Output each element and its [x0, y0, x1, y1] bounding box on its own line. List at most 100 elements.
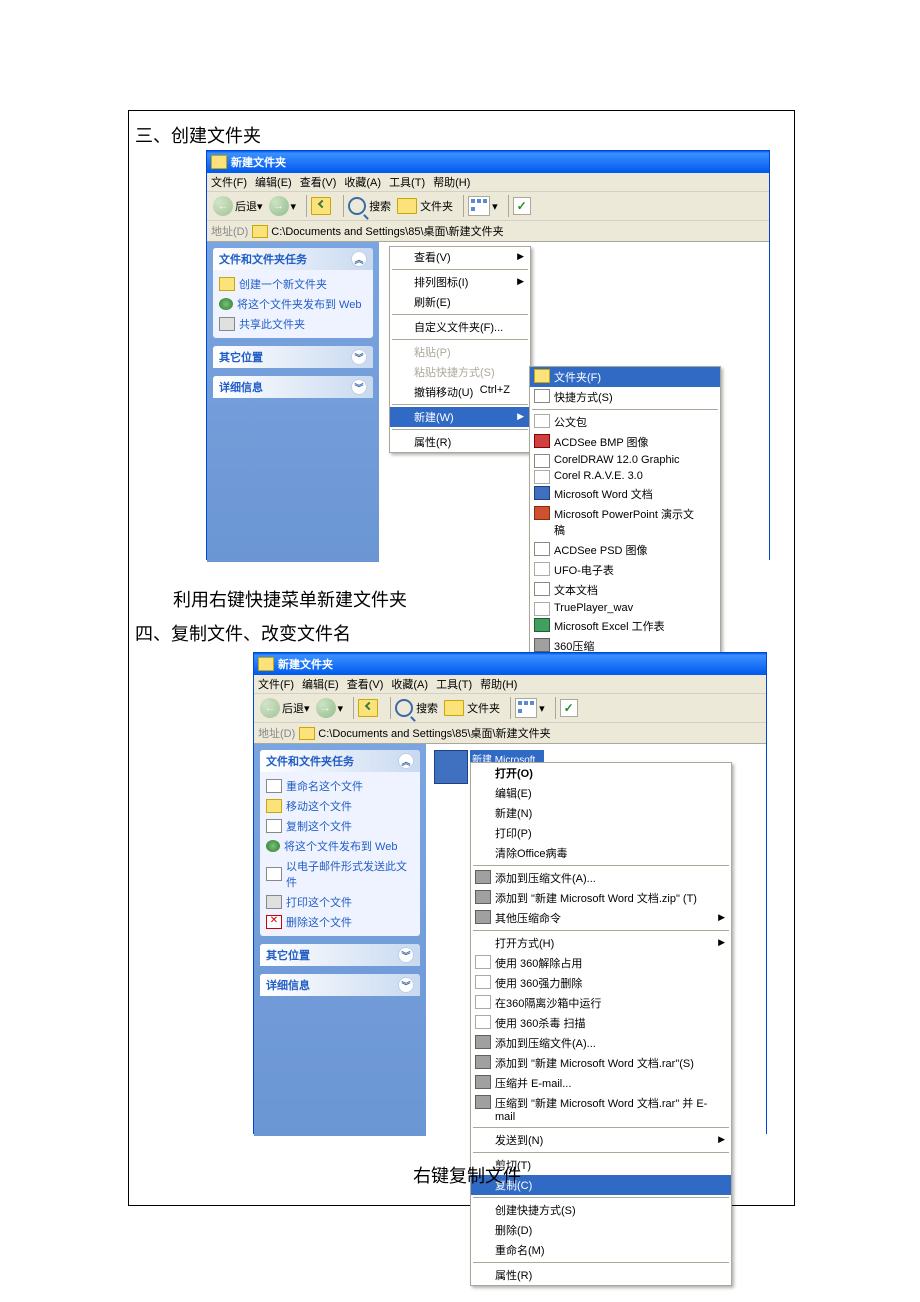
- word-file-icon[interactable]: [434, 750, 468, 784]
- views-button[interactable]: ▾: [515, 698, 545, 718]
- menu-edit[interactable]: 编辑(E): [255, 174, 292, 190]
- folders-button[interactable]: 文件夹: [444, 700, 500, 716]
- ctx-item[interactable]: 发送到(N)▶: [471, 1130, 731, 1150]
- ctx-item[interactable]: 编辑(E): [471, 783, 731, 803]
- ctx-item[interactable]: 压缩到 "新建 Microsoft Word 文档.rar" 并 E-mail: [471, 1093, 731, 1125]
- submenu-item[interactable]: UFO-电子表: [530, 560, 720, 580]
- task-publish-web[interactable]: 将这个文件夹发布到 Web: [219, 294, 367, 314]
- addr-path[interactable]: C:\Documents and Settings\85\桌面\新建文件夹: [318, 725, 550, 741]
- task-item[interactable]: 打印这个文件: [266, 892, 414, 912]
- menu-file[interactable]: 文件(F): [258, 676, 294, 692]
- chevron-down-icon[interactable]: ︾: [351, 349, 367, 365]
- menu-tools[interactable]: 工具(T): [436, 676, 472, 692]
- submenu-item[interactable]: Microsoft Excel 工作表: [530, 616, 720, 636]
- forward-button[interactable]: →▾: [316, 698, 344, 718]
- menu-fav[interactable]: 收藏(A): [344, 174, 381, 190]
- task-item[interactable]: 复制这个文件: [266, 816, 414, 836]
- up-button[interactable]: [311, 197, 333, 215]
- submenu-item[interactable]: Microsoft PowerPoint 演示文稿: [530, 504, 720, 540]
- ctx-item[interactable]: 添加到压缩文件(A)...: [471, 868, 731, 888]
- task-item[interactable]: 将这个文件发布到 Web: [266, 836, 414, 856]
- back-button[interactable]: ←后退 ▾: [213, 196, 263, 216]
- submenu-item[interactable]: 文本文档: [530, 580, 720, 600]
- ctx-item[interactable]: 打开(O): [471, 763, 731, 783]
- menu-file[interactable]: 文件(F): [211, 174, 247, 190]
- submenu-item[interactable]: 快捷方式(S): [530, 387, 720, 407]
- addr-label: 地址(D): [211, 223, 248, 239]
- task-share[interactable]: 共享此文件夹: [219, 314, 367, 334]
- submenu-item[interactable]: Corel R.A.V.E. 3.0: [530, 468, 720, 484]
- ctx-new[interactable]: 新建(W)▶: [390, 407, 530, 427]
- chevron-down-icon[interactable]: ︾: [351, 379, 367, 395]
- submenu-item[interactable]: TruePlayer_wav: [530, 600, 720, 616]
- ctx-item[interactable]: 打印(P): [471, 823, 731, 843]
- search-button[interactable]: 搜索: [348, 197, 391, 215]
- ctx-item[interactable]: 打开方式(H)▶: [471, 933, 731, 953]
- ctx-arrange[interactable]: 排列图标(I)▶: [390, 272, 530, 292]
- menu-tools[interactable]: 工具(T): [389, 174, 425, 190]
- task-item[interactable]: ✕删除这个文件: [266, 912, 414, 932]
- addr-path[interactable]: C:\Documents and Settings\85\桌面\新建文件夹: [271, 223, 503, 239]
- ctx-paste-sc: 粘贴快捷方式(S): [390, 362, 530, 382]
- ctx-item[interactable]: 添加到 "新建 Microsoft Word 文档.rar"(S): [471, 1053, 731, 1073]
- back-button[interactable]: ←后退 ▾: [260, 698, 310, 718]
- submenu-item[interactable]: 文件夹(F): [530, 367, 720, 387]
- ctx-item[interactable]: 使用 360解除占用: [471, 953, 731, 973]
- chevron-up-icon[interactable]: ︽: [398, 753, 414, 769]
- ctx-undo[interactable]: 撤销移动(U)Ctrl+Z: [390, 382, 530, 402]
- views-button[interactable]: ▾: [468, 196, 498, 216]
- menu-help[interactable]: 帮助(H): [480, 676, 517, 692]
- submenu-item[interactable]: ACDSee BMP 图像: [530, 432, 720, 452]
- ctx-item[interactable]: 使用 360强力删除: [471, 973, 731, 993]
- task-new-folder[interactable]: 创建一个新文件夹: [219, 274, 367, 294]
- ctx-item[interactable]: 重命名(M): [471, 1240, 731, 1260]
- panel-header[interactable]: 文件和文件夹任务︽: [213, 248, 373, 270]
- menu-view[interactable]: 查看(V): [300, 174, 337, 190]
- titlebar[interactable]: 新建文件夹: [207, 151, 769, 173]
- submenu-item[interactable]: ACDSee PSD 图像: [530, 540, 720, 560]
- ctx-item[interactable]: 属性(R): [471, 1265, 731, 1285]
- folder-icon: [299, 727, 315, 740]
- tasks-sidebar: 文件和文件夹任务︽ 重命名这个文件移动这个文件复制这个文件将这个文件发布到 We…: [254, 744, 426, 1136]
- content-area[interactable]: 查看(V)▶ 排列图标(I)▶ 刷新(E) 自定义文件夹(F)... 粘贴(P)…: [379, 242, 769, 562]
- chevron-up-icon[interactable]: ︽: [351, 251, 367, 267]
- submenu-item[interactable]: CorelDRAW 12.0 Graphic: [530, 452, 720, 468]
- ctx-custom[interactable]: 自定义文件夹(F)...: [390, 317, 530, 337]
- ctx-item[interactable]: 添加到 "新建 Microsoft Word 文档.zip" (T): [471, 888, 731, 908]
- menu-edit[interactable]: 编辑(E): [302, 676, 339, 692]
- chevron-down-icon[interactable]: ︾: [398, 947, 414, 963]
- ctx-item[interactable]: 创建快捷方式(S): [471, 1200, 731, 1220]
- check-icon[interactable]: ✓: [513, 197, 531, 215]
- menu-view[interactable]: 查看(V): [347, 676, 384, 692]
- ctx-item[interactable]: 其他压缩命令▶: [471, 908, 731, 928]
- search-button[interactable]: 搜索: [395, 699, 438, 717]
- ctx-item[interactable]: 删除(D): [471, 1220, 731, 1240]
- content-area[interactable]: 新建 Microsoft Word 打开(O)编辑(E)新建(N)打印(P)清除…: [426, 744, 766, 1136]
- folder-icon: [258, 657, 274, 671]
- ctx-prop[interactable]: 属性(R): [390, 432, 530, 452]
- panel-other: 其它位置︾: [260, 944, 420, 966]
- up-button[interactable]: [358, 699, 380, 717]
- titlebar[interactable]: 新建文件夹: [254, 653, 766, 675]
- chevron-down-icon[interactable]: ︾: [398, 977, 414, 993]
- ctx-item[interactable]: 在360隔离沙箱中运行: [471, 993, 731, 1013]
- ctx-item[interactable]: 清除Office病毒: [471, 843, 731, 863]
- submenu-item[interactable]: Microsoft Word 文档: [530, 484, 720, 504]
- menu-fav[interactable]: 收藏(A): [391, 676, 428, 692]
- menubar: 文件(F) 编辑(E) 查看(V) 收藏(A) 工具(T) 帮助(H): [207, 173, 769, 192]
- submenu-item[interactable]: 公文包: [530, 412, 720, 432]
- ctx-refresh[interactable]: 刷新(E): [390, 292, 530, 312]
- forward-button[interactable]: →▾: [269, 196, 297, 216]
- ctx-item[interactable]: 添加到压缩文件(A)...: [471, 1033, 731, 1053]
- task-item[interactable]: 移动这个文件: [266, 796, 414, 816]
- ctx-item[interactable]: 新建(N): [471, 803, 731, 823]
- ctx-item[interactable]: 压缩并 E-mail...: [471, 1073, 731, 1093]
- check-icon[interactable]: ✓: [560, 699, 578, 717]
- panel-details: 详细信息︾: [260, 974, 420, 996]
- ctx-item[interactable]: 使用 360杀毒 扫描: [471, 1013, 731, 1033]
- folders-button[interactable]: 文件夹: [397, 198, 453, 214]
- task-item[interactable]: 以电子邮件形式发送此文件: [266, 856, 414, 892]
- ctx-view[interactable]: 查看(V)▶: [390, 247, 530, 267]
- menu-help[interactable]: 帮助(H): [433, 174, 470, 190]
- task-item[interactable]: 重命名这个文件: [266, 776, 414, 796]
